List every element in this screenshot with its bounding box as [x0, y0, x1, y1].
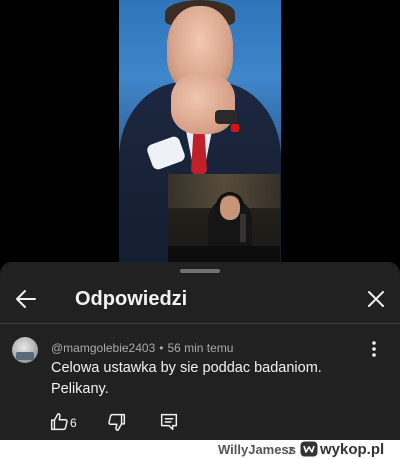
arrow-left-icon	[16, 290, 36, 308]
watermark-separator: z	[288, 442, 295, 457]
video-subject-hands	[171, 74, 235, 134]
video-subject-watch	[215, 110, 237, 124]
watermark-bar: WillyJamess z wykop.pl	[0, 440, 400, 459]
comment-author[interactable]: @mamgolebie2403	[51, 341, 155, 355]
dislike-button[interactable]	[106, 411, 128, 433]
comment-actions: 6	[0, 410, 400, 436]
pip-mic	[240, 214, 246, 242]
more-vert-icon	[372, 341, 376, 357]
picture-in-picture-overlay	[168, 174, 280, 262]
comment-time: 56 min temu	[167, 341, 234, 355]
wykop-logo-icon	[300, 441, 318, 457]
thumb-down-icon	[108, 413, 126, 431]
comment-meta: @mamgolebie2403 • 56 min temu	[51, 341, 233, 355]
video-player[interactable]	[0, 0, 400, 262]
reply-button[interactable]	[158, 411, 180, 433]
video-subject-pin	[231, 124, 239, 132]
like-count: 6	[70, 416, 77, 430]
close-button[interactable]	[362, 285, 390, 313]
meta-separator: •	[159, 341, 164, 355]
like-button[interactable]	[48, 411, 70, 433]
watermark-brand: wykop.pl	[320, 441, 385, 458]
comment-text: Celowa ustawka by sie poddac badaniom. P…	[51, 360, 322, 397]
pip-desk	[168, 246, 280, 262]
drag-handle[interactable]	[180, 269, 220, 273]
comment-item: @mamgolebie2403 • 56 min temu Celowa ustaw…	[0, 324, 400, 440]
close-icon	[368, 291, 384, 307]
reply-icon	[160, 413, 178, 431]
comment-menu-button[interactable]	[364, 338, 384, 360]
sheet-title: Odpowiedzi	[75, 288, 188, 310]
back-button[interactable]	[12, 285, 40, 313]
watermark-user: WillyJamess	[218, 442, 296, 457]
thumb-up-icon	[50, 413, 68, 431]
avatar[interactable]	[12, 337, 38, 363]
